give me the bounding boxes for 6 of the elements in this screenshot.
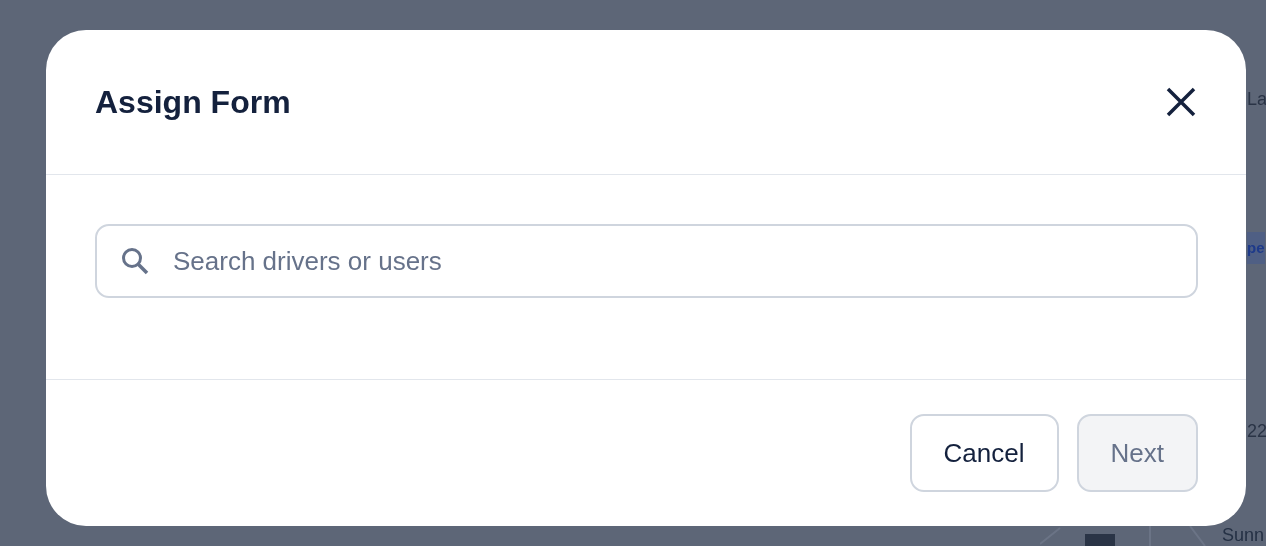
dialog-title: Assign Form (95, 83, 291, 121)
background-text: Sunn (1222, 524, 1265, 546)
cancel-button[interactable]: Cancel (909, 414, 1059, 492)
search-field[interactable]: Search drivers or users (95, 224, 1198, 298)
search-icon (119, 245, 151, 277)
close-icon[interactable] (1164, 85, 1198, 119)
